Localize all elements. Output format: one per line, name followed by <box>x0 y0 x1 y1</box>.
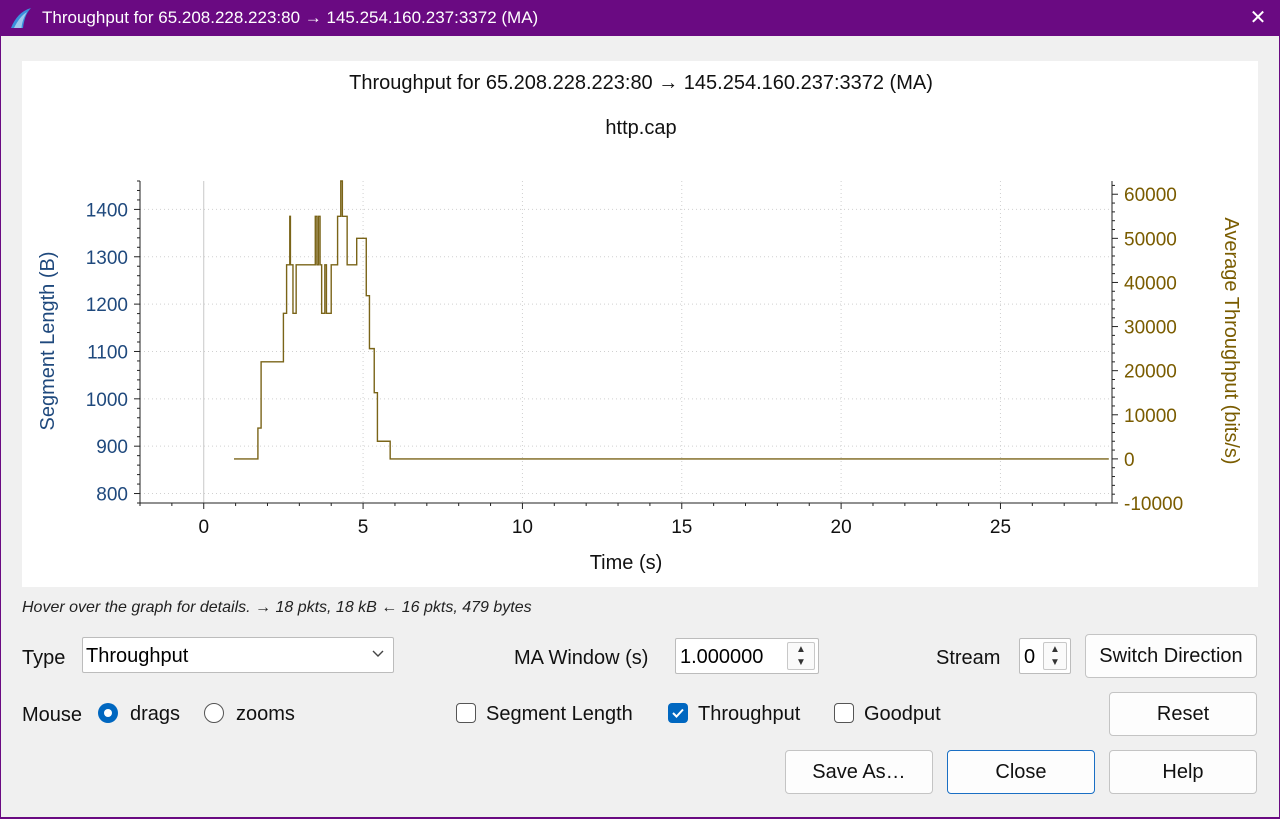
goodput-label[interactable]: Goodput <box>864 703 941 726</box>
ma-window-label: MA Window (s) <box>514 647 649 669</box>
stream-stepper[interactable]: ▲ ▼ <box>1043 642 1067 670</box>
stream-spinbox[interactable]: 0 ▲ ▼ <box>1019 638 1071 674</box>
mouse-zooms-label[interactable]: zooms <box>236 703 295 726</box>
left-y-tick-label: 800 <box>96 485 128 506</box>
window-close-icon[interactable]: ✕ <box>1240 2 1276 34</box>
right-y-tick-label: -10000 <box>1124 494 1183 515</box>
reset-button[interactable]: Reset <box>1109 692 1257 736</box>
chart-subtitle: http.cap <box>605 117 676 139</box>
spin-down-icon[interactable]: ▼ <box>788 656 814 669</box>
right-axis-label: Average Throughput (bits/s) <box>1220 217 1242 464</box>
help-button[interactable]: Help <box>1109 750 1257 794</box>
chevron-down-icon <box>372 650 384 657</box>
title-bar: Throughput for 65.208.228.223:80 → 145.2… <box>0 0 1280 36</box>
x-tick-label: 20 <box>831 517 852 538</box>
graph-area[interactable]: 0 5 10 15 20 25 800 900 1000 1100 1200 1300 1400 -100… <box>22 61 1258 587</box>
stream-value: 0 <box>1024 646 1036 668</box>
right-y-tick-label: 40000 <box>1124 273 1177 294</box>
mouse-drags-label[interactable]: drags <box>130 703 180 726</box>
save-as-button[interactable]: Save As… <box>785 750 933 794</box>
right-y-tick-label: 30000 <box>1124 318 1177 339</box>
mouse-label: Mouse <box>22 704 83 726</box>
ma-window-spinbox[interactable]: 1.000000 ▲ ▼ <box>675 638 819 674</box>
left-y-tick-label: 1400 <box>86 200 128 221</box>
left-y-tick-label: 900 <box>96 437 128 458</box>
left-axis-label: Segment Length (B) <box>37 252 59 431</box>
x-tick-label: 25 <box>990 517 1011 538</box>
mouse-drags-radio[interactable] <box>98 703 118 723</box>
x-tick-label: 0 <box>198 517 209 538</box>
close-button[interactable]: Close <box>947 750 1095 794</box>
right-y-tick-label: 0 <box>1124 450 1135 471</box>
type-label: Type <box>22 647 66 669</box>
segment-length-label[interactable]: Segment Length <box>486 703 633 726</box>
ma-window-value: 1.000000 <box>680 646 764 668</box>
chart-grid <box>140 181 1112 503</box>
right-y-tick-label: 10000 <box>1124 406 1177 427</box>
x-tick-label: 10 <box>512 517 533 538</box>
status-hint: Hover over the graph for details. → 18 p… <box>22 599 532 616</box>
throughput-checkbox[interactable] <box>668 703 688 723</box>
ma-window-stepper[interactable]: ▲ ▼ <box>787 642 815 670</box>
chart-series <box>234 180 1109 460</box>
spin-up-icon[interactable]: ▲ <box>788 643 814 656</box>
x-tick-label: 15 <box>671 517 692 538</box>
stream-label: Stream <box>936 647 1001 669</box>
type-combobox[interactable]: Throughput <box>82 637 394 673</box>
goodput-checkbox[interactable] <box>834 703 854 723</box>
type-combobox-value: Throughput <box>86 645 189 667</box>
mouse-zooms-radio[interactable] <box>204 703 224 723</box>
left-y-tick-label: 1100 <box>87 342 128 363</box>
segment-length-checkbox[interactable] <box>456 703 476 723</box>
left-y-tick-label: 1200 <box>86 295 128 316</box>
switch-direction-button[interactable]: Switch Direction <box>1085 634 1257 678</box>
right-y-tick-label: 50000 <box>1124 229 1177 250</box>
chart-axes: 0 5 10 15 20 25 800 900 1000 1100 1200 1300 1400 -100… <box>86 180 1183 538</box>
throughput-chart[interactable]: 0 5 10 15 20 25 800 900 1000 1100 1200 1300 1400 -100… <box>22 61 1258 587</box>
left-y-tick-label: 1300 <box>86 248 128 269</box>
chart-title: Throughput for 65.208.228.223:80 → 145.2… <box>349 72 933 94</box>
right-y-tick-label: 20000 <box>1124 362 1177 383</box>
wireshark-fin-icon <box>11 8 31 28</box>
x-tick-label: 5 <box>358 517 369 538</box>
checkmark-icon <box>672 708 684 718</box>
right-y-tick-label: 60000 <box>1124 185 1177 206</box>
left-y-tick-label: 1000 <box>86 390 128 411</box>
spin-down-icon[interactable]: ▼ <box>1044 656 1066 669</box>
throughput-series-line <box>234 180 1109 460</box>
x-axis-label: Time (s) <box>590 552 663 574</box>
spin-up-icon[interactable]: ▲ <box>1044 643 1066 656</box>
throughput-label[interactable]: Throughput <box>698 703 800 726</box>
window-border-left <box>0 36 1 819</box>
window-title: Throughput for 65.208.228.223:80 → 145.2… <box>42 8 539 27</box>
